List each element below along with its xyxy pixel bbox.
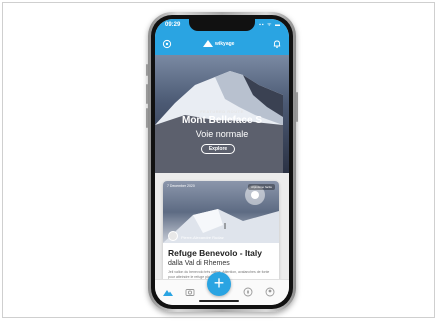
home-indicator bbox=[199, 300, 239, 302]
profile-tab-icon[interactable] bbox=[265, 287, 275, 297]
mountain-tab-icon[interactable] bbox=[163, 287, 173, 297]
phone-device: 09:29 ▪▪ ᯤ ▬ wikyage FEATURED ROUTE Mont… bbox=[146, 12, 298, 312]
card-photo: 7 December 2020 Alpinismo facile Pierre-… bbox=[163, 181, 279, 243]
author-name[interactable]: Pierre-Alexandre Rudaz bbox=[181, 235, 224, 240]
bell-icon[interactable] bbox=[272, 39, 282, 49]
explore-button[interactable]: Explore bbox=[201, 144, 235, 154]
route-card[interactable]: 7 December 2020 Alpinismo facile Pierre-… bbox=[163, 181, 279, 285]
featured-title: Mont Belleface S bbox=[181, 115, 263, 126]
add-button[interactable]: + bbox=[207, 272, 231, 296]
card-date: 7 December 2020 bbox=[167, 184, 195, 188]
phone-notch bbox=[189, 19, 255, 31]
featured-route-hero[interactable]: FEATURED ROUTE Mont Belleface S Voie nor… bbox=[155, 55, 289, 173]
app-screen: 09:29 ▪▪ ᯤ ▬ wikyage FEATURED ROUTE Mont… bbox=[155, 19, 289, 305]
status-indicators: ▪▪ ᯤ ▬ bbox=[259, 22, 281, 28]
compass-tab-icon[interactable] bbox=[243, 287, 253, 297]
featured-tag: FEATURED ROUTE bbox=[200, 109, 244, 114]
volume-up-button bbox=[146, 84, 148, 104]
author-avatar[interactable] bbox=[168, 231, 178, 241]
app-logo: wikyage bbox=[203, 40, 234, 47]
card-subtitle: dalla Val di Rhemes bbox=[168, 260, 230, 267]
camera-tab-icon[interactable] bbox=[185, 287, 195, 297]
app-header: 09:29 ▪▪ ᯤ ▬ wikyage bbox=[155, 19, 289, 55]
status-time: 09:29 bbox=[165, 22, 181, 28]
logo-text: wikyage bbox=[215, 40, 235, 47]
volume-down-button bbox=[146, 108, 148, 128]
snow-slope-photo bbox=[163, 185, 279, 243]
featured-subtitle: Voie normale bbox=[195, 129, 249, 139]
difficulty-badge: Alpinismo facile bbox=[248, 184, 275, 190]
mountain-logo-icon bbox=[203, 40, 213, 47]
mute-switch bbox=[146, 64, 148, 76]
card-title: Refuge Benevolo - Italy bbox=[168, 248, 262, 258]
mountain-photo bbox=[155, 71, 283, 173]
settings-icon[interactable] bbox=[162, 39, 172, 49]
power-button bbox=[296, 92, 298, 122]
